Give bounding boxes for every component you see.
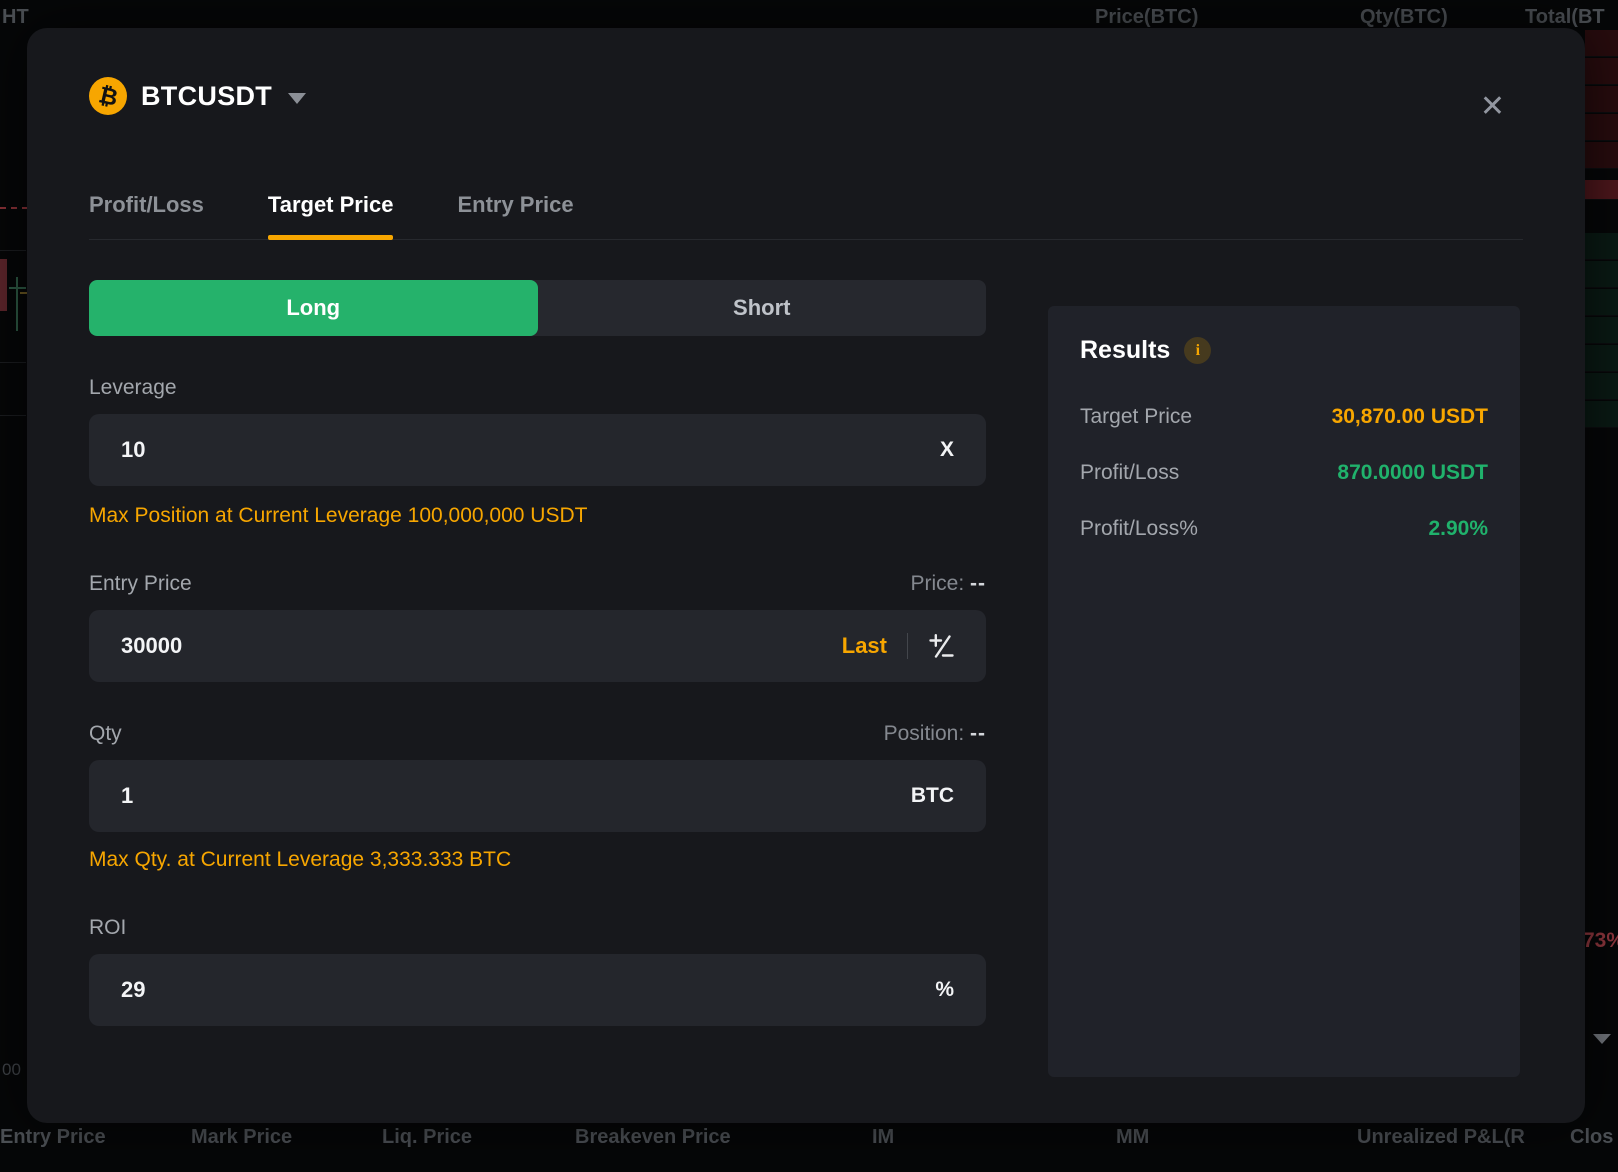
roi-field: % xyxy=(89,954,986,1026)
roi-suffix: % xyxy=(935,978,954,1002)
orderbook-header-total: Total(BT xyxy=(1525,6,1605,29)
chart-red-candle xyxy=(0,259,7,311)
ask-row xyxy=(1585,30,1618,57)
bid-row xyxy=(1585,345,1618,372)
ask-row xyxy=(1585,58,1618,85)
qty-suffix: BTC xyxy=(911,784,954,808)
btc-glyph: ₿ xyxy=(96,81,120,112)
ask-row xyxy=(1585,142,1618,169)
leverage-suffix: X xyxy=(940,438,954,462)
position-hint-label: Position: xyxy=(884,722,965,745)
chart-gridline xyxy=(0,250,26,251)
tab-profit-loss[interactable]: Profit/Loss xyxy=(89,192,204,239)
entry-price-input[interactable] xyxy=(121,633,842,659)
positions-header-im: IM xyxy=(872,1126,894,1149)
qty-input[interactable] xyxy=(121,783,911,809)
pair-selector-button[interactable]: BTCUSDT xyxy=(141,81,306,112)
screen: HT Price(BTC) Qty(BTC) Total(BT 00 73% E… xyxy=(0,0,1618,1172)
position-hint: Position: -- xyxy=(884,722,986,746)
chart-time-label: 00 xyxy=(2,1060,21,1080)
tab-bar: Profit/Loss Target Price Entry Price xyxy=(89,192,1523,240)
entry-price-row: Entry Price Price: -- xyxy=(89,572,986,596)
position-hint-value: -- xyxy=(970,722,986,745)
tab-target-price[interactable]: Target Price xyxy=(268,192,394,239)
entry-price-label: Entry Price xyxy=(89,572,192,596)
positions-header-close: Clos xyxy=(1570,1126,1613,1149)
use-last-price-button[interactable]: Last xyxy=(842,633,887,659)
positions-header-liq-price: Liq. Price xyxy=(382,1126,472,1149)
leverage-input[interactable] xyxy=(121,437,940,463)
scroll-down-caret-icon[interactable] xyxy=(1593,1034,1611,1044)
roi-label: ROI xyxy=(89,916,986,940)
chart-green-candle-wick xyxy=(16,277,18,331)
bid-row xyxy=(1585,317,1618,344)
result-label: Target Price xyxy=(1080,405,1192,429)
result-label: Profit/Loss% xyxy=(1080,517,1198,541)
depth-percent-label: 73% xyxy=(1583,929,1618,953)
chart-green-candle-body xyxy=(9,287,26,289)
info-icon[interactable]: i xyxy=(1184,337,1211,364)
chart-gridline xyxy=(0,362,26,363)
chart-dashed-price-line xyxy=(0,207,28,209)
btc-coin-icon: ₿ xyxy=(89,77,127,115)
long-button[interactable]: Long xyxy=(89,280,538,336)
orderbook-header-price: Price(BTC) xyxy=(1095,6,1198,29)
positions-header-mark-price: Mark Price xyxy=(191,1126,292,1149)
calculator-modal: ₿ BTCUSDT ✕ Profit/Loss Target Price Ent… xyxy=(27,28,1585,1123)
leverage-field: X xyxy=(89,414,986,486)
entry-price-field: Last xyxy=(89,610,986,682)
bid-row xyxy=(1585,261,1618,288)
result-value: 2.90% xyxy=(1428,517,1488,541)
roi-input[interactable] xyxy=(121,977,935,1003)
result-row-target-price: Target Price 30,870.00 USDT xyxy=(1080,405,1488,429)
short-button[interactable]: Short xyxy=(538,280,987,336)
positions-header-unrealized-pnl: Unrealized P&L(R xyxy=(1357,1126,1525,1149)
orderbook-header-qty: Qty(BTC) xyxy=(1360,6,1448,29)
chart-gridline xyxy=(0,415,26,416)
modal-header: ₿ BTCUSDT xyxy=(89,28,1523,114)
bg-watermark: HT xyxy=(2,6,29,29)
calculator-form: Long Short Leverage X Max Position at Cu… xyxy=(89,280,986,1026)
side-toggle: Long Short xyxy=(89,280,986,336)
result-row-profit-loss-percent: Profit/Loss% 2.90% xyxy=(1080,517,1488,541)
positions-header-mm: MM xyxy=(1116,1126,1149,1149)
qty-field: BTC xyxy=(89,760,986,832)
result-value: 870.0000 USDT xyxy=(1337,461,1488,485)
chevron-down-icon xyxy=(288,93,306,104)
plus-minus-toggle-button[interactable] xyxy=(928,633,954,659)
price-hint: Price: -- xyxy=(910,572,986,596)
divider xyxy=(907,633,908,659)
plus-minus-icon xyxy=(928,633,954,659)
ask-row-highlight xyxy=(1585,180,1618,200)
positions-header-breakeven: Breakeven Price xyxy=(575,1126,731,1149)
tab-entry-price[interactable]: Entry Price xyxy=(457,192,573,239)
results-title: Results xyxy=(1080,336,1170,365)
pair-title: BTCUSDT xyxy=(141,81,272,112)
max-position-helper: Max Position at Current Leverage 100,000… xyxy=(89,504,986,528)
leverage-label: Leverage xyxy=(89,376,986,400)
price-hint-label: Price: xyxy=(910,572,964,595)
result-value: 30,870.00 USDT xyxy=(1332,405,1488,429)
max-qty-helper: Max Qty. at Current Leverage 3,333.333 B… xyxy=(89,848,986,872)
results-header: Results i xyxy=(1080,336,1488,365)
chart-orange-tick xyxy=(20,292,27,294)
bid-row xyxy=(1585,289,1618,316)
bid-row xyxy=(1585,373,1618,400)
result-row-profit-loss: Profit/Loss 870.0000 USDT xyxy=(1080,461,1488,485)
ask-row xyxy=(1585,114,1618,141)
bid-row xyxy=(1585,233,1618,260)
qty-label: Qty xyxy=(89,722,122,746)
qty-row: Qty Position: -- xyxy=(89,722,986,746)
result-label: Profit/Loss xyxy=(1080,461,1179,485)
positions-header-entry-price: Entry Price xyxy=(0,1126,106,1149)
price-hint-value: -- xyxy=(970,572,986,595)
close-button[interactable]: ✕ xyxy=(1480,92,1505,122)
bid-row xyxy=(1585,401,1618,428)
ask-row xyxy=(1585,86,1618,113)
results-panel: Results i Target Price 30,870.00 USDT Pr… xyxy=(1048,306,1520,1077)
